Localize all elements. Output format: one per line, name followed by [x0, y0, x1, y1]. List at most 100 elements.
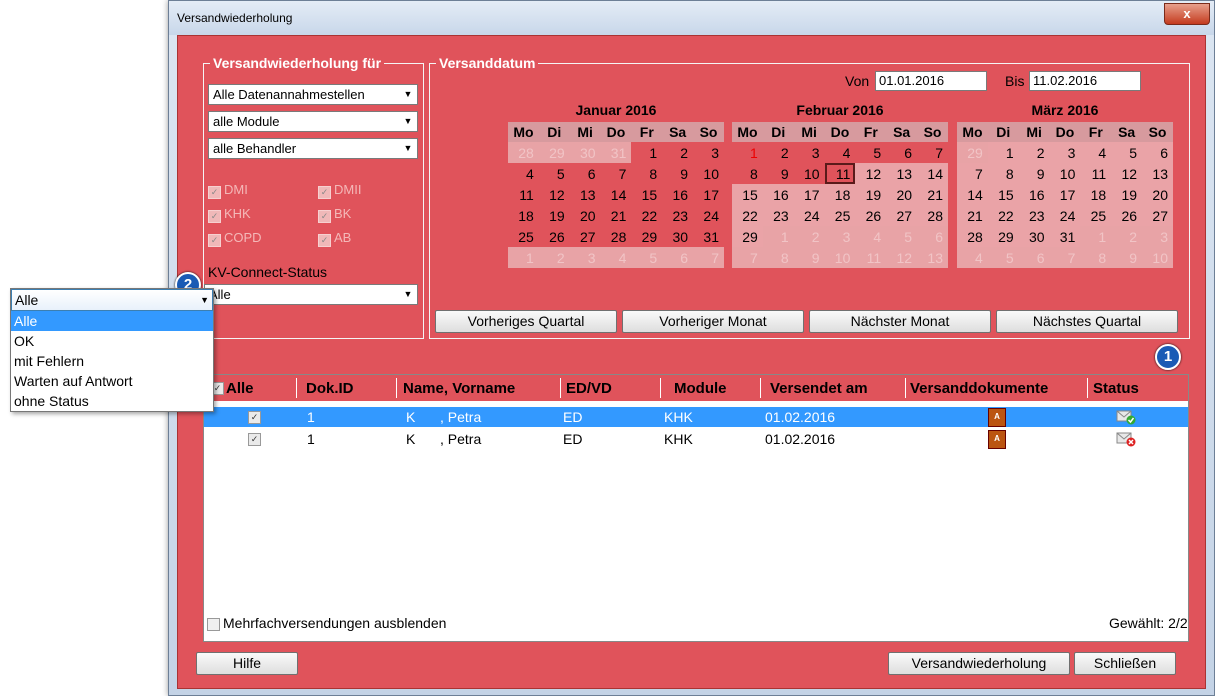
calendar-day[interactable]: 22: [732, 205, 763, 226]
dropdown-option-warten[interactable]: Warten auf Antwort: [11, 371, 213, 391]
calendar-day[interactable]: 20: [1142, 184, 1173, 205]
calendar-day[interactable]: 15: [631, 184, 662, 205]
calendar-day[interactable]: 2: [538, 247, 570, 268]
calendar-day[interactable]: 6: [570, 163, 601, 184]
calendar-day[interactable]: 18: [508, 205, 539, 226]
calendar-day[interactable]: 14: [601, 184, 632, 205]
calendar-day[interactable]: 30: [569, 142, 601, 163]
calendar-day[interactable]: 5: [1111, 142, 1143, 163]
calendar-day[interactable]: 6: [662, 247, 694, 268]
calendar-day[interactable]: 10: [1142, 247, 1173, 268]
calendar-day[interactable]: 15: [732, 184, 763, 205]
calendar-day[interactable]: 29: [631, 226, 662, 247]
help-button[interactable]: Hilfe: [196, 652, 298, 675]
calendar-day[interactable]: 10: [693, 163, 724, 184]
calendar-day[interactable]: 24: [1049, 205, 1081, 226]
calendar-day[interactable]: 26: [1111, 205, 1143, 226]
calendar-day[interactable]: 6: [917, 226, 948, 247]
von-date-input[interactable]: 01.01.2016: [875, 71, 987, 91]
calendar-day[interactable]: 23: [662, 205, 693, 226]
checkbox-copd[interactable]: ✓ COPD: [208, 230, 262, 247]
col-status[interactable]: Status: [1093, 380, 1139, 397]
calendar-day[interactable]: 8: [762, 247, 794, 268]
checkbox-khk[interactable]: ✓ KHK: [208, 206, 251, 223]
calendar-day[interactable]: 29: [987, 226, 1019, 247]
pdf-document-icon[interactable]: A: [988, 408, 1006, 427]
calendar-day[interactable]: 28: [508, 142, 539, 163]
calendar-day[interactable]: 21: [957, 205, 988, 226]
col-edvd[interactable]: ED/VD: [566, 380, 612, 397]
behandler-select[interactable]: alle Behandler ▼: [208, 138, 418, 159]
calendar-day[interactable]: 16: [1018, 184, 1050, 205]
calendar-day[interactable]: 8: [1080, 247, 1112, 268]
calendar-day[interactable]: 27: [570, 226, 601, 247]
dropdown-current[interactable]: Alle ▼: [11, 289, 213, 311]
dropdown-option-alle[interactable]: Alle: [11, 311, 213, 331]
calendar-day[interactable]: 25: [1080, 205, 1112, 226]
calendar-day[interactable]: 31: [600, 142, 632, 163]
calendar-day[interactable]: 4: [825, 142, 856, 163]
calendar-day[interactable]: 23: [1018, 205, 1050, 226]
calendar-day[interactable]: 12: [855, 163, 887, 184]
calendar-day[interactable]: 15: [987, 184, 1019, 205]
calendar-day[interactable]: 19: [855, 184, 887, 205]
checkbox-dmi[interactable]: ✓ DMI: [208, 182, 248, 199]
calendar-day[interactable]: 5: [539, 163, 570, 184]
calendar-day[interactable]: 29: [732, 226, 763, 247]
calendar-day[interactable]: 27: [886, 205, 918, 226]
calendar-day[interactable]: 4: [1080, 142, 1112, 163]
calendar-day[interactable]: 2: [1111, 226, 1143, 247]
calendar-day[interactable]: 21: [601, 205, 632, 226]
calendar-day[interactable]: 9: [793, 247, 825, 268]
calendar-day[interactable]: 29: [957, 142, 988, 163]
calendar-day[interactable]: 9: [763, 163, 794, 184]
calendar-day[interactable]: 4: [600, 247, 632, 268]
calendar-day[interactable]: 7: [957, 163, 988, 184]
calendar-day[interactable]: 12: [886, 247, 918, 268]
calendar-day[interactable]: 17: [693, 184, 724, 205]
dropdown-option-ohne-status[interactable]: ohne Status: [11, 391, 213, 411]
col-versanddokumente[interactable]: Versanddokumente: [910, 380, 1048, 397]
calendar-day[interactable]: 9: [1018, 163, 1050, 184]
calendar-day[interactable]: 25: [824, 205, 856, 226]
calendar-day[interactable]: 22: [631, 205, 662, 226]
col-alle[interactable]: Alle: [226, 380, 254, 397]
table-row[interactable]: ✓ 1 K , Petra ED KHK 01.02.2016 A: [204, 429, 1188, 449]
calendar-day[interactable]: 22: [987, 205, 1019, 226]
calendar-day[interactable]: 8: [631, 163, 662, 184]
calendar-day[interactable]: 25: [508, 226, 539, 247]
col-versendet[interactable]: Versendet am: [770, 380, 868, 397]
close-dialog-button[interactable]: Schließen: [1074, 652, 1176, 675]
calendar-day[interactable]: 1: [1080, 226, 1112, 247]
calendar-day[interactable]: 5: [855, 142, 886, 163]
calendar-day[interactable]: 6: [1018, 247, 1050, 268]
calendar-day[interactable]: 11: [824, 163, 856, 184]
versandwiederholung-button[interactable]: Versandwiederholung: [888, 652, 1070, 675]
calendar-day[interactable]: 1: [508, 247, 539, 268]
calendar-day[interactable]: 7: [1049, 247, 1081, 268]
calendar-day[interactable]: 20: [570, 205, 601, 226]
calendar-day[interactable]: 24: [693, 205, 724, 226]
calendar-day[interactable]: 2: [793, 226, 825, 247]
next-month-button[interactable]: Nächster Monat: [809, 310, 991, 333]
calendar-day[interactable]: 28: [917, 205, 948, 226]
calendar-day[interactable]: 28: [957, 226, 988, 247]
checkbox-bk[interactable]: ✓ BK: [318, 206, 351, 223]
calendar-day[interactable]: 1: [762, 226, 794, 247]
calendar-day[interactable]: 8: [987, 163, 1019, 184]
calendar-day[interactable]: 7: [732, 247, 763, 268]
calendar-day[interactable]: 3: [824, 226, 856, 247]
calendar-day[interactable]: 1: [631, 142, 662, 163]
calendar-day[interactable]: 10: [1049, 163, 1081, 184]
calendar-day[interactable]: 26: [539, 226, 570, 247]
calendar-day[interactable]: 11: [1080, 163, 1112, 184]
calendar-day[interactable]: 2: [662, 142, 693, 163]
calendar-day[interactable]: 17: [793, 184, 825, 205]
calendar-day[interactable]: 3: [794, 142, 825, 163]
calendar-day[interactable]: 26: [855, 205, 887, 226]
calendar-day[interactable]: 18: [824, 184, 856, 205]
calendar-day[interactable]: 13: [886, 163, 918, 184]
calendar-day[interactable]: 4: [508, 163, 539, 184]
calendar-day[interactable]: 24: [793, 205, 825, 226]
calendar-day[interactable]: 7: [693, 247, 724, 268]
